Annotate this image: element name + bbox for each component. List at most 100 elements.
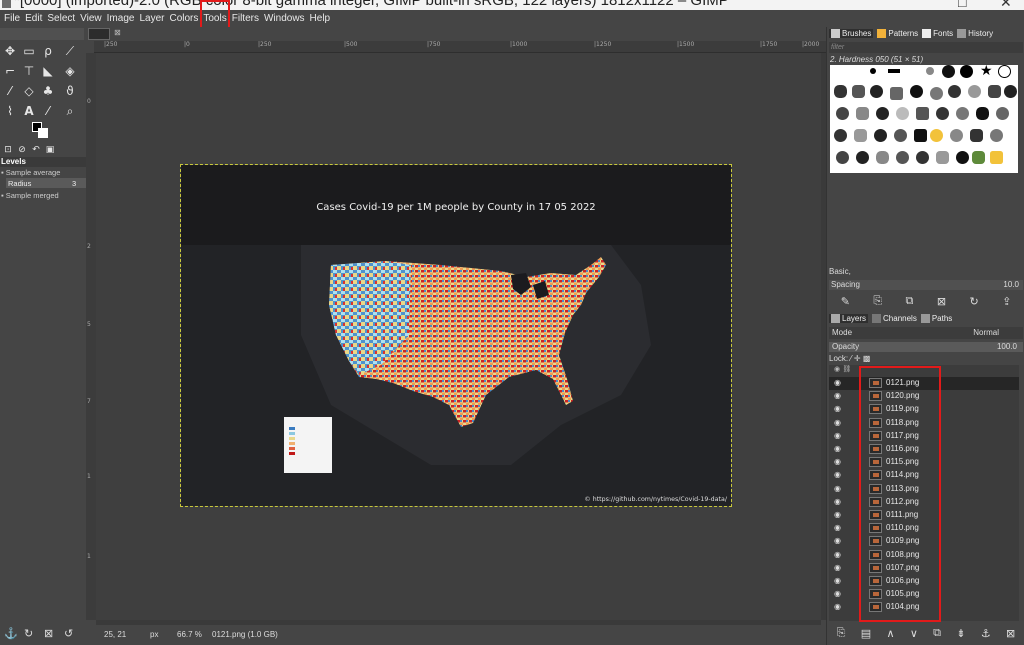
open-brush-icon[interactable]: ⇪ [1002, 295, 1011, 308]
visibility-eye-icon[interactable]: ◉ [834, 497, 841, 506]
brush-cell[interactable] [942, 65, 955, 78]
menu-file[interactable]: File [4, 13, 20, 24]
brush-preset[interactable]: Basic, [829, 267, 1023, 276]
visibility-eye-icon[interactable]: ◉ [834, 470, 841, 479]
menu-help[interactable]: Help [310, 13, 331, 24]
brush-cell[interactable] [990, 151, 1003, 164]
brush-filter-input[interactable]: filter [829, 42, 1023, 53]
brush-cell[interactable] [998, 65, 1011, 78]
brush-cell[interactable] [890, 87, 903, 100]
menu-view[interactable]: View [80, 13, 102, 24]
image-canvas[interactable]: Cases Covid-19 per 1M people by County i… [180, 164, 732, 507]
brush-cell[interactable] [970, 129, 983, 142]
brush-cell[interactable] [972, 151, 985, 164]
menu-windows[interactable]: Windows [264, 13, 305, 24]
new-brush-icon[interactable]: ⎘ [873, 294, 882, 308]
duplicate-layer-icon[interactable]: ⧉ [933, 626, 941, 640]
brush-cell[interactable] [990, 129, 1003, 142]
clone-tool-icon[interactable]: ♣ [40, 84, 56, 98]
close-window-icon[interactable]: ✕ [1000, 0, 1012, 10]
menu-edit[interactable]: Edit [25, 13, 42, 24]
rect-select-tool-icon[interactable]: ▭ [21, 44, 37, 58]
image-tab-thumbnail[interactable] [88, 28, 110, 40]
visibility-eye-icon[interactable]: ◉ [834, 576, 841, 585]
delete-layer-icon[interactable]: ⊠ [1006, 627, 1015, 640]
brush-cell[interactable] [988, 85, 1001, 98]
crop-tool-icon[interactable]: ⌐ [2, 64, 18, 78]
brush-cell[interactable] [836, 151, 849, 164]
menu-layer[interactable]: Layer [139, 13, 164, 24]
tab-history[interactable]: History [957, 29, 993, 38]
brush-cell[interactable] [854, 129, 867, 142]
merge-layer-icon[interactable]: ⇟ [956, 627, 965, 640]
sample-merged-checkbox[interactable]: ▪ Sample merged [1, 191, 59, 200]
zoom-tool-icon[interactable]: ⌕ [62, 104, 78, 118]
color-picker-tool-icon[interactable]: ⁄ [40, 104, 56, 118]
brush-cell[interactable] [916, 151, 929, 164]
brush-cell[interactable] [936, 151, 949, 164]
menu-image[interactable]: Image [107, 13, 135, 24]
visibility-eye-icon[interactable]: ◉ [834, 550, 841, 559]
visibility-eye-icon[interactable]: ◉ [834, 563, 841, 572]
warp-tool-icon[interactable]: ◣ [40, 64, 56, 78]
brush-cell[interactable] [948, 85, 961, 98]
tab-channels[interactable]: Channels [872, 314, 917, 323]
new-layer-icon[interactable]: ⎘ [837, 626, 846, 640]
tab-fonts[interactable]: Fonts [922, 29, 953, 38]
brush-cell[interactable] [896, 151, 909, 164]
reset-icon[interactable]: ↻ [24, 627, 33, 640]
sample-average-checkbox[interactable]: ▪ Sample average [1, 168, 60, 177]
visibility-eye-icon[interactable]: ◉ [834, 404, 841, 413]
brush-cell[interactable] [910, 85, 923, 98]
visibility-eye-icon[interactable]: ◉ [834, 418, 841, 427]
move-tool-icon[interactable]: ✥ [2, 44, 18, 58]
brush-cell[interactable] [1004, 85, 1017, 98]
refresh-brushes-icon[interactable]: ↻ [969, 295, 978, 308]
brush-cell[interactable] [852, 85, 865, 98]
brush-grid[interactable]: ★ [830, 64, 1018, 173]
brush-cell[interactable] [914, 129, 927, 142]
tab-patterns[interactable]: Patterns [877, 29, 918, 38]
spacing-slider[interactable]: Spacing 10.0 [829, 280, 1023, 290]
brush-cell[interactable] [956, 151, 969, 164]
tab-layers[interactable]: Layers [829, 314, 869, 323]
fuzzy-select-tool-icon[interactable]: ⟋ [62, 44, 78, 58]
raise-layer-icon[interactable]: ∧ [886, 627, 894, 640]
opacity-slider[interactable]: Opacity 100.0 [829, 342, 1023, 352]
images-tab-icon[interactable]: ▣ [42, 143, 58, 157]
duplicate-brush-icon[interactable]: ⧉ [906, 294, 914, 308]
visibility-eye-icon[interactable]: ◉ [834, 484, 841, 493]
menu-select[interactable]: Select [47, 13, 75, 24]
layers-scrollbar[interactable] [1019, 365, 1024, 621]
visibility-eye-icon[interactable]: ◉ [834, 523, 841, 532]
brush-cell[interactable] [930, 129, 943, 142]
lasso-tool-icon[interactable]: ρ [40, 44, 56, 58]
smudge-tool-icon[interactable]: ϑ [62, 84, 78, 98]
brush-cell[interactable] [930, 87, 943, 100]
brush-cell[interactable] [956, 107, 969, 120]
background-color-swatch[interactable] [38, 128, 48, 138]
brush-cell[interactable] [894, 129, 907, 142]
layer-mode-select[interactable]: Mode Normal [829, 327, 1023, 339]
visibility-eye-icon[interactable]: ◉ [834, 457, 841, 466]
brush-cell[interactable] [950, 129, 963, 142]
quick-mask-icon[interactable]: ⚓ [4, 627, 18, 640]
brush-cell[interactable] [916, 107, 929, 120]
wilber-drop-area[interactable] [0, 28, 84, 40]
unit-select[interactable]: px [150, 630, 158, 639]
close-image-tab-icon[interactable]: ⊠ [114, 28, 121, 37]
brush-cell[interactable] [856, 107, 869, 120]
brush-cell[interactable] [870, 85, 883, 98]
new-group-icon[interactable]: ▤ [861, 627, 871, 640]
tab-paths[interactable]: Paths [920, 314, 952, 323]
lock-pixels-icon[interactable]: ⁄ ✛ ▩ [850, 354, 870, 363]
delete-icon[interactable]: ⊠ [44, 627, 53, 640]
brush-cell[interactable] [874, 129, 887, 142]
maximize-icon[interactable]: □ [958, 0, 966, 10]
visibility-eye-icon[interactable]: ◉ [834, 391, 841, 400]
tab-brushes[interactable]: Brushes [829, 29, 874, 38]
brush-cell[interactable] [834, 129, 847, 142]
bucket-fill-tool-icon[interactable]: ◈ [62, 64, 78, 78]
eraser-tool-icon[interactable]: ◇ [21, 84, 37, 98]
brush-cell[interactable] [834, 85, 847, 98]
